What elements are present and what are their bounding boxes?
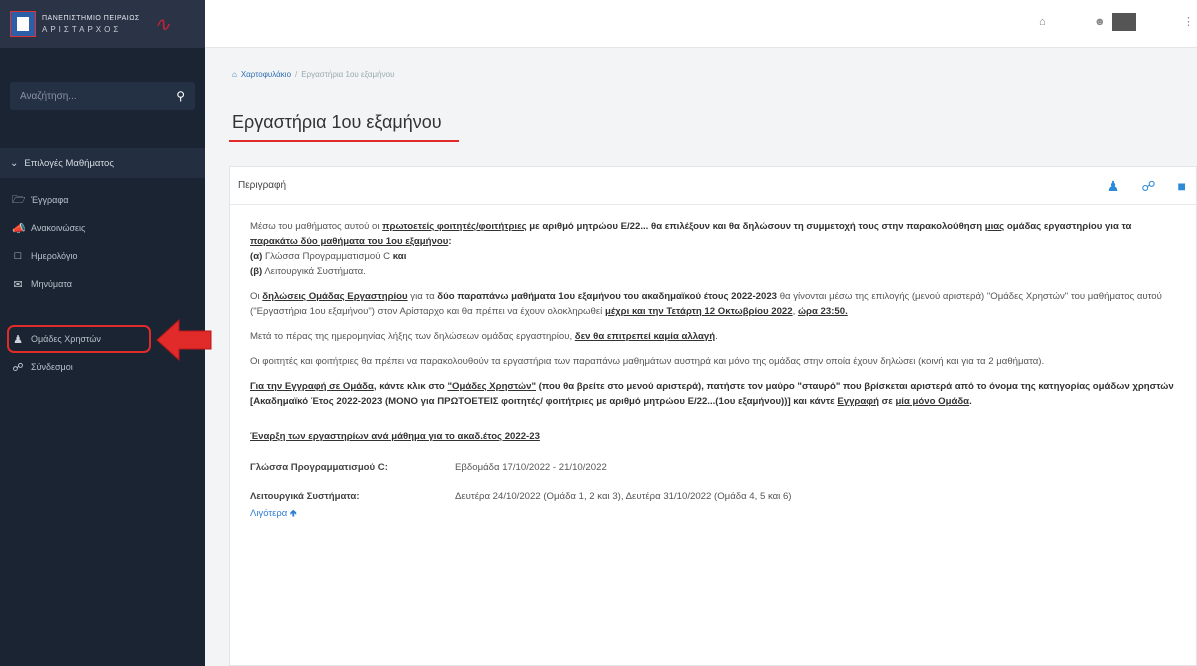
- breadcrumb: ⌂ Χαρτοφυλάκιο / Εργαστήρια 1ου εξαμήνου: [232, 70, 394, 79]
- paragraph-attendance: Οι φοιτητές και φοιτήτριες θα πρέπει να …: [250, 356, 1045, 367]
- envelope-icon: ✉: [13, 278, 23, 291]
- panel-body: Μέσω του μαθήματος αυτού οι πρωτοετείς φ…: [230, 205, 1196, 521]
- sidebar-item-label: Ανακοινώσεις: [31, 223, 86, 233]
- breadcrumb-current: Εργαστήρια 1ου εξαμήνου: [301, 70, 395, 79]
- paragraph-deadline: Μετά το πέρας της ημερομηνίας λήξης των …: [250, 331, 718, 342]
- page-title: Εργαστήρια 1ου εξαμήνου: [232, 112, 442, 132]
- search-input[interactable]: [20, 90, 160, 102]
- start-dates: Δευτέρα 24/10/2022 (Ομάδα 1, 2 και 3), Δ…: [455, 491, 792, 502]
- start-course: Λειτουργικά Συστήματα:: [250, 491, 360, 502]
- chevron-down-icon: ⌄: [10, 157, 19, 169]
- arrow-up-icon: 🢁: [289, 508, 297, 519]
- bullhorn-icon: 📣: [12, 222, 26, 235]
- search-icon[interactable]: ⚲: [176, 89, 185, 103]
- folder-open-icon: 🗁: [12, 193, 26, 206]
- description-panel: Περιγραφή ♟ ☍ ■ Μέσω του μαθήματος αυτού…: [229, 166, 1197, 666]
- breadcrumb-home-link[interactable]: Χαρτοφυλάκιο: [241, 70, 291, 79]
- link-icon[interactable]: ☍: [1141, 178, 1155, 195]
- paragraph-instructions: Για την Εγγραφή σε Ομάδα, κάντε κλικ στο…: [250, 381, 1174, 407]
- title-underline: [229, 140, 459, 142]
- panel-title: Περιγραφή: [238, 180, 287, 191]
- breadcrumb-separator: /: [295, 70, 298, 79]
- start-row: Γλώσσα Προγραμματισμού C: Εβδομάδα 17/10…: [250, 460, 1176, 475]
- sidebar-item-documents[interactable]: 🗁 Έγγραφα: [0, 188, 205, 212]
- paragraph-declarations: Οι δηλώσεις Ομάδας Εργαστηρίου για τα δύ…: [250, 291, 1162, 317]
- panel-header: Περιγραφή: [230, 167, 1196, 205]
- logo-line2: ΑΡΙΣΤΑΡΧΟΣ: [42, 24, 122, 34]
- more-icon[interactable]: ⋮: [1183, 15, 1194, 28]
- logo-mark: [10, 11, 36, 37]
- users-icon[interactable]: ♟: [1107, 178, 1120, 195]
- show-less-link[interactable]: Λιγότερα 🢁: [250, 508, 297, 519]
- start-row: Λειτουργικά Συστήματα: Δευτέρα 24/10/202…: [250, 489, 1176, 504]
- sidebar: ΠΑΝΕΠΙΣΤΗΜΙΟ ΠΕΙΡΑΙΩΣ ΑΡΙΣΤΑΡΧΟΣ ∿ ⚲ ⌄ Ε…: [0, 0, 212, 666]
- start-course: Γλώσσα Προγραμματισμού C:: [250, 462, 388, 473]
- sidebar-item-announcements[interactable]: 📣 Ανακοινώσεις: [0, 216, 205, 240]
- avatar[interactable]: [1112, 13, 1136, 31]
- user-icon[interactable]: ☻: [1094, 16, 1106, 28]
- sidebar-item-messages[interactable]: ✉ Μηνύματα: [0, 272, 205, 296]
- panel-tools: ♟ ☍ ■: [1107, 178, 1186, 195]
- highlight-box: [7, 325, 151, 353]
- logo[interactable]: ΠΑΝΕΠΙΣΤΗΜΙΟ ΠΕΙΡΑΙΩΣ ΑΡΙΣΤΑΡΧΟΣ ∿: [0, 0, 205, 48]
- course-options-toggle[interactable]: ⌄ Επιλογές Μαθήματος: [0, 148, 205, 178]
- paragraph-intro: Μέσω του μαθήματος αυτού οι πρωτοετείς φ…: [250, 221, 1132, 277]
- logo-swoosh-icon: ∿: [153, 12, 171, 36]
- sidebar-item-calendar[interactable]: □ Ημερολόγιο: [0, 244, 205, 268]
- course-options-label: Επιλογές Μαθήματος: [24, 157, 114, 169]
- home-icon[interactable]: ⌂: [1039, 16, 1046, 28]
- sidebar-item-label: Μηνύματα: [31, 279, 72, 289]
- lock-icon[interactable]: ■: [1178, 178, 1186, 195]
- sidebar-item-label: Έγγραφα: [31, 195, 69, 205]
- sidebar-search: ⚲: [10, 82, 195, 110]
- link-icon: ☍: [12, 361, 24, 374]
- top-bar: ⌂ ☻ ⋮: [205, 0, 1197, 48]
- sidebar-item-label: Σύνδεσμοι: [31, 362, 73, 372]
- red-arrow-icon: [156, 318, 212, 362]
- calendar-icon: □: [14, 250, 22, 262]
- start-dates: Εβδομάδα 17/10/2022 - 21/10/2022: [455, 462, 607, 473]
- sidebar-item-label: Ημερολόγιο: [31, 251, 78, 261]
- start-heading: Έναρξη των εργαστηρίων ανά μάθημα για το…: [250, 431, 540, 442]
- logo-line1: ΠΑΝΕΠΙΣΤΗΜΙΟ ΠΕΙΡΑΙΩΣ: [42, 14, 140, 22]
- breadcrumb-home-icon[interactable]: ⌂: [232, 70, 237, 79]
